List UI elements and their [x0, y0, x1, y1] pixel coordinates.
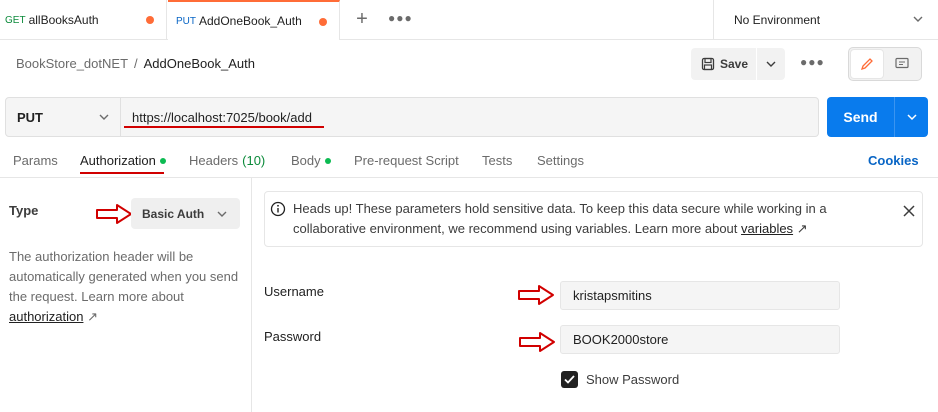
chevron-down-icon — [766, 61, 776, 67]
chevron-down-icon — [907, 114, 917, 121]
chevron-down-icon — [217, 211, 227, 217]
auth-type-label: Type — [9, 203, 39, 218]
tab-label: Settings — [537, 153, 584, 168]
breadcrumb-separator: / — [134, 56, 138, 71]
tab-title: AddOneBook_Auth — [199, 14, 302, 28]
variables-link[interactable]: variables — [741, 221, 793, 236]
environment-select[interactable]: No Environment — [713, 0, 938, 40]
annotation-arrow-icon — [518, 285, 554, 305]
username-label: Username — [264, 284, 324, 299]
annotation-arrow-icon — [96, 204, 132, 224]
tab-settings[interactable]: Settings — [537, 153, 584, 168]
divider — [0, 177, 938, 178]
method-value: PUT — [17, 109, 43, 125]
password-value: BOOK2000store — [573, 332, 669, 347]
documentation-view-button[interactable] — [886, 50, 918, 78]
tab-label: Params — [13, 153, 58, 168]
headers-count: (10) — [242, 153, 266, 168]
edit-view-button[interactable] — [851, 50, 883, 78]
method-select[interactable]: PUT — [5, 97, 121, 137]
info-icon — [270, 201, 286, 217]
status-dot — [159, 157, 166, 164]
show-password-label[interactable]: Show Password — [586, 372, 679, 387]
external-link-icon: ↗ — [796, 221, 808, 236]
breadcrumb-collection[interactable]: BookStore_dotNET — [16, 56, 128, 71]
external-link-icon: ↗ — [87, 309, 98, 324]
tab-addonebook-auth[interactable]: PUT AddOneBook_Auth — [168, 0, 340, 40]
url-value: https://localhost:7025/book/add — [132, 109, 312, 125]
tab-label: Authorization — [80, 153, 156, 168]
save-button-group: Save — [691, 48, 785, 80]
tab-method: PUT — [176, 15, 196, 27]
send-button-group: Send — [827, 97, 928, 137]
save-button[interactable]: Save — [691, 48, 757, 80]
auth-type-value: Basic Auth — [142, 206, 205, 221]
send-options-button[interactable] — [896, 97, 928, 137]
chevron-down-icon — [913, 16, 923, 22]
tab-method: GET — [5, 14, 26, 26]
username-value: kristapsmitins — [573, 288, 652, 303]
pencil-icon — [860, 58, 873, 71]
tab-body[interactable]: Body — [291, 153, 331, 168]
tab-label: Tests — [482, 153, 513, 168]
save-options-button[interactable] — [757, 48, 785, 80]
password-label: Password — [264, 329, 322, 344]
show-password-checkbox[interactable] — [561, 371, 578, 388]
tab-tests[interactable]: Tests — [482, 153, 512, 168]
tab-label: Headers — [189, 153, 239, 168]
environment-label: No Environment — [734, 13, 821, 27]
tab-label: Body — [291, 153, 321, 168]
unsaved-dot — [146, 16, 154, 24]
tab-allbooksauth[interactable]: GET allBooksAuth — [0, 0, 167, 40]
pane-divider[interactable] — [251, 178, 252, 412]
annotation-underline — [80, 172, 164, 174]
auth-description: The authorization header will be automat… — [9, 247, 244, 327]
tab-authorization[interactable]: Authorization — [80, 153, 166, 168]
tab-pre-request-script[interactable]: Pre-request Script — [354, 153, 459, 168]
comment-icon — [895, 57, 909, 69]
cookies-link[interactable]: Cookies — [868, 153, 919, 168]
annotation-arrow-icon — [519, 332, 555, 352]
close-icon[interactable] — [901, 203, 917, 219]
save-icon — [701, 57, 715, 71]
tab-title: allBooksAuth — [28, 13, 99, 27]
username-field[interactable]: kristapsmitins — [560, 281, 840, 310]
request-title[interactable]: AddOneBook_Auth — [144, 56, 255, 71]
send-button[interactable]: Send — [827, 97, 895, 137]
annotation-underline — [124, 126, 324, 128]
new-tab-button[interactable]: + — [352, 9, 372, 30]
notice-text: Heads up! These parameters hold sensitiv… — [293, 199, 893, 239]
chevron-down-icon — [99, 114, 109, 120]
tab-params[interactable]: Params — [13, 153, 58, 168]
status-dot — [324, 157, 331, 164]
auth-type-select[interactable]: Basic Auth — [131, 198, 240, 229]
password-field[interactable]: BOOK2000store — [560, 325, 840, 354]
tab-more-icon[interactable]: ●●● — [388, 11, 413, 25]
save-label: Save — [720, 57, 749, 71]
authorization-link[interactable]: authorization — [9, 309, 83, 324]
tab-headers[interactable]: Headers (10) — [189, 153, 265, 168]
more-actions-icon[interactable]: ●●● — [800, 55, 825, 69]
checkmark-icon — [564, 375, 575, 384]
url-input[interactable]: https://localhost:7025/book/add — [121, 97, 819, 137]
tab-label: Pre-request Script — [354, 153, 459, 168]
breadcrumb: BookStore_dotNET / AddOneBook_Auth — [16, 56, 255, 71]
unsaved-dot — [319, 18, 327, 26]
auth-description-text: The authorization header will be automat… — [9, 249, 239, 304]
